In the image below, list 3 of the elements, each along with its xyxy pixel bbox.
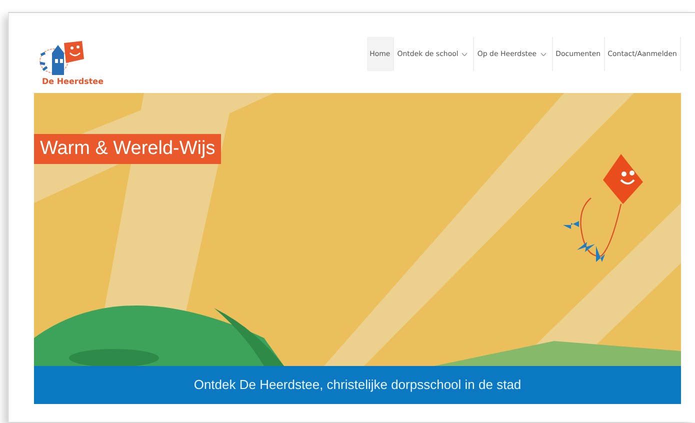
caption-bar: Ontdek De Heerdstee, christelijke dorpsschool in de stad [34,366,681,404]
logo-text: De Heerdstee [42,77,105,86]
banner-tagline: Warm & Wereld-Wijs [34,134,222,164]
